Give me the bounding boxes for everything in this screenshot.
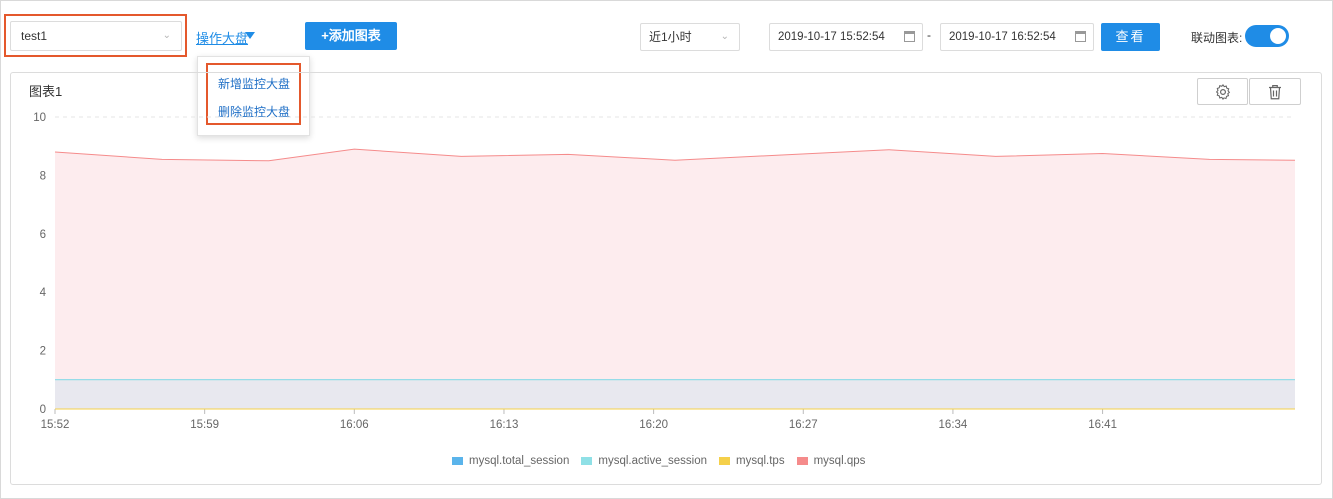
- series-area-mysql-qps: [55, 149, 1295, 409]
- legend-label: mysql.active_session: [598, 455, 708, 467]
- y-tick-label: 8: [40, 170, 46, 182]
- y-tick-label: 2: [40, 346, 46, 358]
- x-tick-label: 16:20: [639, 419, 668, 431]
- x-tick-label: 16:13: [490, 419, 519, 431]
- legend-label: mysql.total_session: [469, 455, 570, 467]
- x-tick-label: 16:34: [939, 419, 968, 431]
- series-area-mysql-active_session: [55, 379, 1295, 409]
- x-tick-label: 16:41: [1088, 419, 1117, 431]
- y-tick-label: 6: [40, 229, 46, 241]
- y-tick-label: 0: [40, 404, 46, 416]
- legend-swatch: [581, 457, 593, 465]
- legend-item[interactable]: mysql.total_session: [452, 455, 569, 467]
- legend-swatch: [719, 457, 731, 465]
- y-tick-label: 10: [33, 112, 46, 124]
- legend-item[interactable]: mysql.tps: [719, 455, 785, 467]
- legend-swatch: [796, 457, 808, 465]
- x-tick-label: 16:27: [789, 419, 818, 431]
- x-tick-label: 15:59: [190, 419, 219, 431]
- legend-item[interactable]: mysql.qps: [796, 455, 866, 467]
- legend-swatch: [452, 457, 463, 465]
- y-tick-label: 4: [40, 287, 47, 299]
- legend-item[interactable]: mysql.active_session: [581, 455, 707, 467]
- x-tick-label: 15:52: [41, 419, 70, 431]
- chart-legend: mysql.total_session mysql.active_session m…: [452, 455, 865, 467]
- legend-label: mysql.qps: [813, 455, 866, 467]
- line-chart: 0 2 4 6 8 10 15:52 15:59 16:06 16:13 16:20 16:27 16:…: [33, 112, 1296, 431]
- x-tick-label: 16:06: [340, 419, 369, 431]
- legend-label: mysql.tps: [736, 455, 785, 467]
